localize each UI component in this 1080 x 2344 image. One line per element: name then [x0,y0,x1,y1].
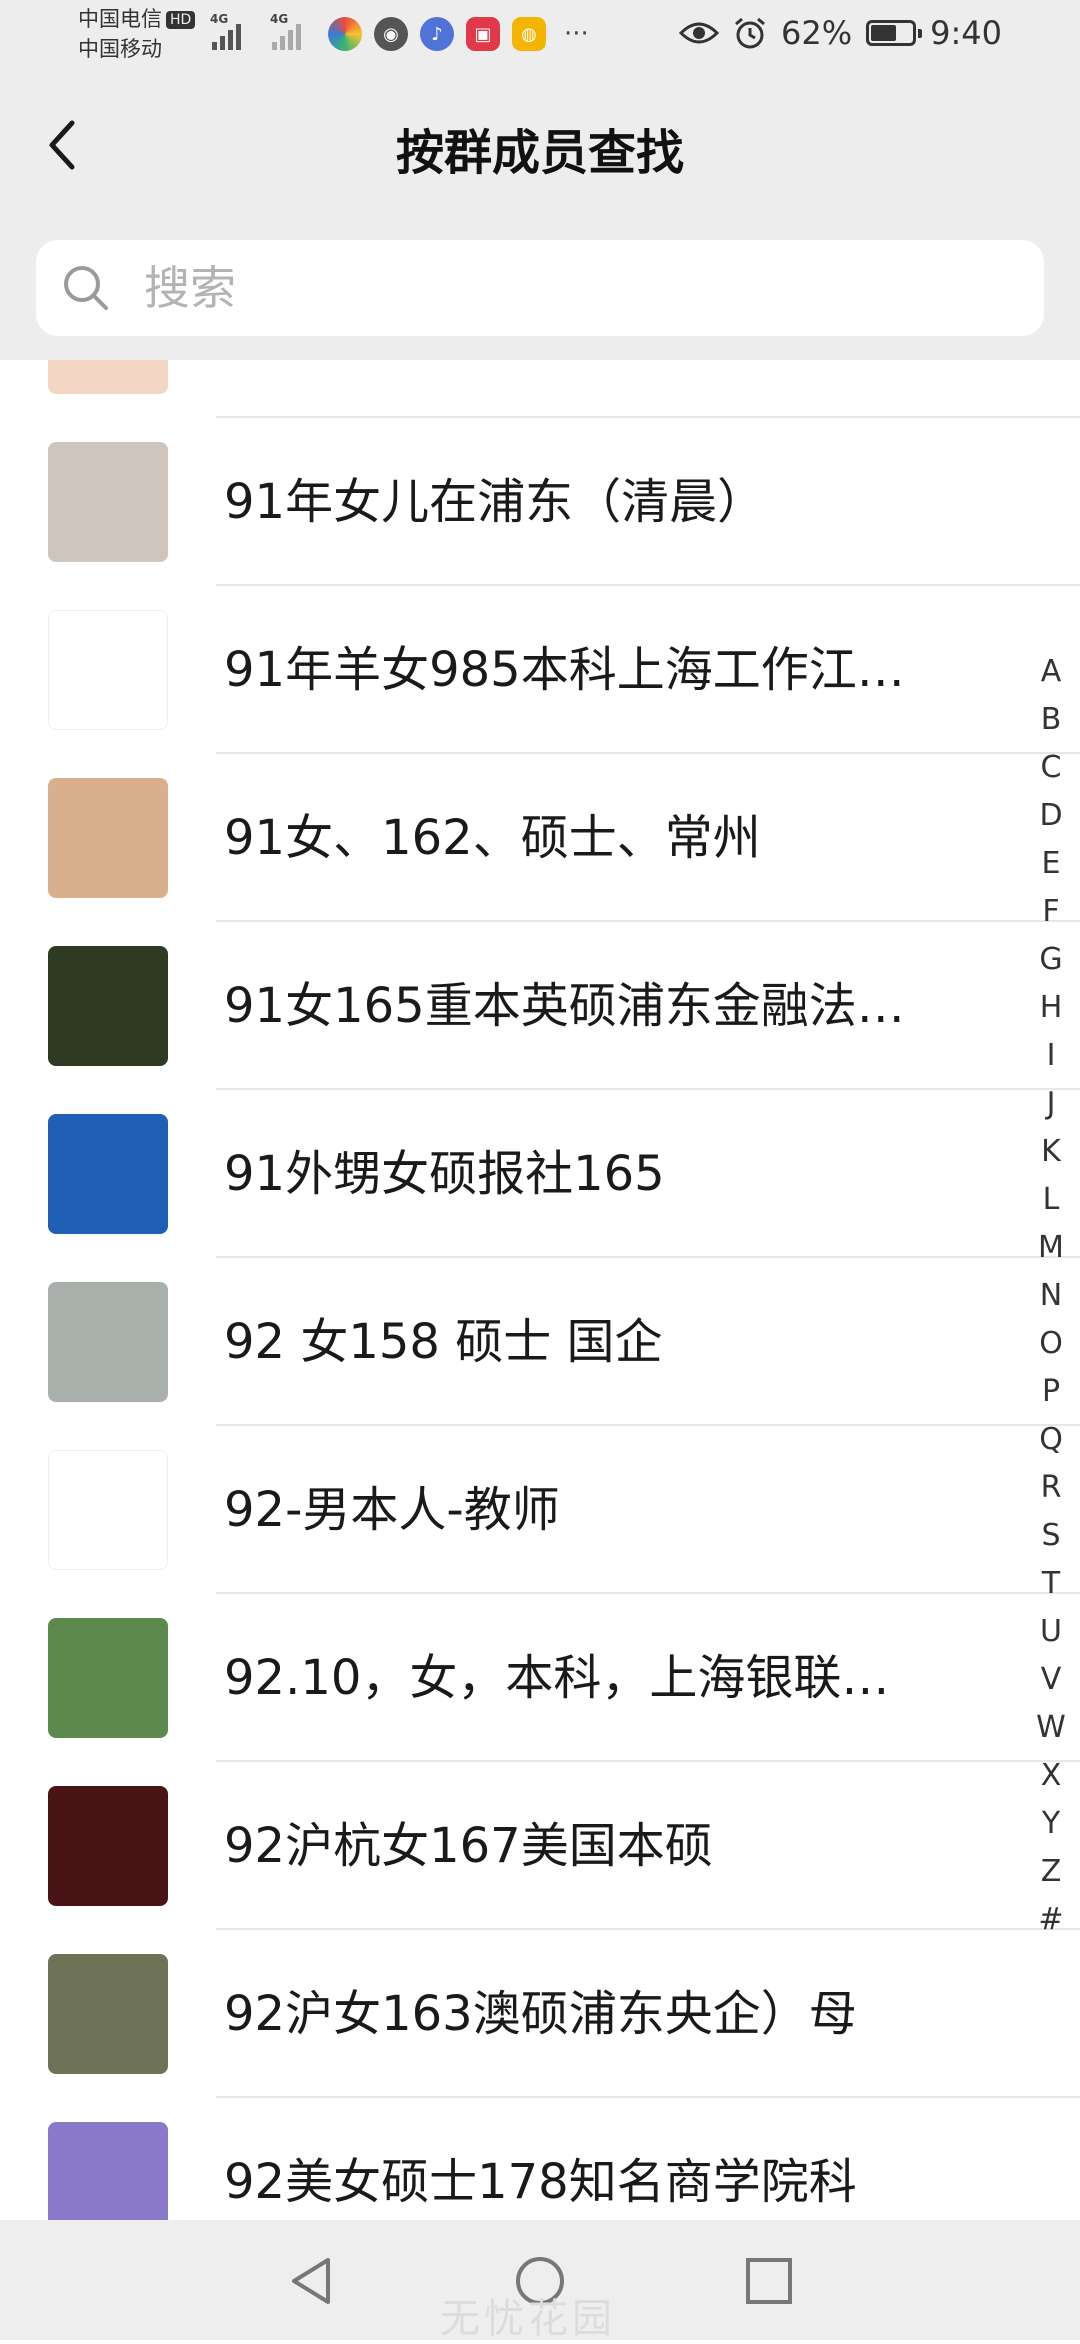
search-area [0,215,1080,360]
index-letter[interactable]: # [1026,1896,1076,1944]
index-letter[interactable]: L [1026,1176,1076,1224]
member-name: 92沪女163澳硕浦东央企）母 [224,1986,857,2042]
index-letter[interactable]: P [1026,1368,1076,1416]
index-letter[interactable]: S [1026,1512,1076,1560]
index-letter[interactable]: D [1026,792,1076,840]
index-letter[interactable]: T [1026,1560,1076,1608]
alarm-icon [735,17,765,49]
member-row[interactable]: 91女、162、硕士、常州 [0,754,1080,922]
qq-browser-icon [328,17,362,51]
avatar [48,1450,168,1570]
index-letter[interactable]: C [1026,744,1076,792]
avatar [48,946,168,1066]
member-name: 91女、162、硕士、常州 [224,810,761,866]
index-letter[interactable]: E [1026,840,1076,888]
hd-badge: HD [166,11,196,29]
member-name: 92.10，女，本科，上海银联… [224,1650,890,1706]
avatar [48,1954,168,2074]
index-letter[interactable]: K [1026,1128,1076,1176]
weibo-icon: ◍ [512,17,546,51]
signal-2-icon: 4G [270,12,301,50]
index-letter[interactable]: F [1026,888,1076,936]
carrier-info: 中国电信 HD 中国移动 [78,4,196,64]
member-name: 92 女158 硕士 国企 [224,1314,663,1370]
member-row[interactable]: 92沪女163澳硕浦东央企）母 [0,1930,1080,2098]
nav-recents-icon[interactable] [742,2254,796,2308]
eye-comfort-icon [679,22,720,44]
member-row[interactable]: 92沪杭女167美国本硕 [0,1762,1080,1930]
avatar [48,610,168,730]
avatar [48,1114,168,1234]
avatar [48,778,168,898]
index-letter[interactable]: X [1026,1752,1076,1800]
status-right: 62% 9:40 [679,14,1002,52]
member-name: 92美女硕士178知名商学院科 [224,2154,857,2210]
member-name: 92-男本人-教师 [224,1482,560,1538]
search-icon [64,266,108,310]
search-box[interactable] [36,240,1044,336]
member-name: 91外甥女硕报社165 [224,1146,665,1202]
title-bar: 按群成员查找 [0,75,1080,215]
nav-back-icon[interactable] [284,2254,338,2308]
member-row[interactable]: 91年男现役四期士官海南 [0,360,1080,418]
member-name: 91年男现役四期士官海南 [224,360,944,370]
index-letter[interactable]: O [1026,1320,1076,1368]
page-title: 按群成员查找 [395,125,684,181]
more-notifications: ··· [564,19,589,49]
index-letter[interactable]: B [1026,696,1076,744]
battery-percent: 62% [781,14,853,52]
member-name: 91年羊女985本科上海工作江… [224,642,905,698]
index-letter[interactable]: J [1026,1080,1076,1128]
alphabet-index[interactable]: A B C D E F G H I J K L M N O P Q R S T U V W X Y Z # [1026,648,1076,1944]
member-list[interactable]: 91年男现役四期士官海南 91年女儿在浦东（清晨） 91年羊女985本科上海工作江…… [0,360,1080,2220]
clock: 9:40 [930,14,1002,52]
system-nav-bar: 无忧花园 [0,2220,1080,2342]
search-input[interactable] [142,254,1006,322]
index-letter[interactable]: Z [1026,1848,1076,1896]
index-letter[interactable]: U [1026,1608,1076,1656]
index-letter[interactable]: N [1026,1272,1076,1320]
status-bar: 中国电信 HD 中国移动 4G 4G ◉ ♪ ▣ ◍ ··· 62% 9:40 [0,0,1080,75]
member-name: 91女165重本英硕浦东金融法… [224,978,905,1034]
battery-icon [866,20,923,46]
music-icon: ♪ [420,17,454,51]
avatar [48,2122,168,2220]
index-letter[interactable]: Q [1026,1416,1076,1464]
member-row[interactable]: 92-男本人-教师 [0,1426,1080,1594]
avatar [48,360,168,394]
avatar [48,1282,168,1402]
member-name: 92沪杭女167美国本硕 [224,1818,713,1874]
member-row[interactable]: 91女165重本英硕浦东金融法… [0,922,1080,1090]
camera-app-icon: ◉ [374,17,408,51]
avatar [48,442,168,562]
carrier-1-label: 中国电信 [78,7,162,31]
member-row[interactable]: 91年女儿在浦东（清晨） [0,418,1080,586]
index-letter[interactable]: I [1026,1032,1076,1080]
huawei-store-icon: ▣ [466,17,500,51]
carrier-2-label: 中国移动 [78,37,162,61]
avatar [48,1786,168,1906]
avatar [48,1618,168,1738]
member-row[interactable]: 91外甥女硕报社165 [0,1090,1080,1258]
member-list-content: 91年男现役四期士官海南 91年女儿在浦东（清晨） 91年羊女985本科上海工作江…… [0,360,1080,2220]
index-letter[interactable]: A [1026,648,1076,696]
member-name: 91年女儿在浦东（清晨） [224,474,766,530]
index-letter[interactable]: G [1026,936,1076,984]
index-letter[interactable]: H [1026,984,1076,1032]
member-row[interactable]: 92美女硕士178知名商学院科 [0,2098,1080,2220]
member-row[interactable]: 92.10，女，本科，上海银联… [0,1594,1080,1762]
signal-1-icon: 4G [210,12,241,50]
index-letter[interactable]: W [1026,1704,1076,1752]
watermark: 无忧花园 [440,2296,616,2342]
member-row[interactable]: 92 女158 硕士 国企 [0,1258,1080,1426]
index-letter[interactable]: R [1026,1464,1076,1512]
index-letter[interactable]: Y [1026,1800,1076,1848]
member-row[interactable]: 91年羊女985本科上海工作江… [0,586,1080,754]
notification-icons: ◉ ♪ ▣ ◍ ··· [328,17,589,51]
index-letter[interactable]: V [1026,1656,1076,1704]
index-letter[interactable]: M [1026,1224,1076,1272]
